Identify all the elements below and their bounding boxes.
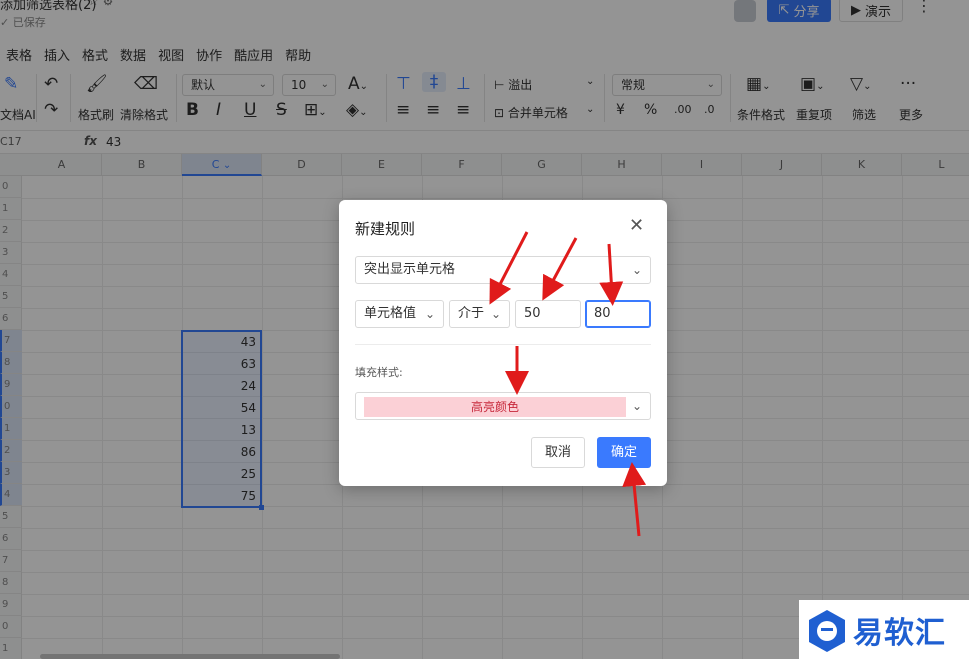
watermark-text: 易软汇 [853, 616, 946, 651]
condition-field-value: 单元格值 [364, 306, 417, 321]
fill-style-preview: 高亮颜色 [364, 397, 626, 417]
operator-value: 介于 [458, 306, 485, 321]
chevron-down-icon: ⌄ [490, 307, 501, 321]
close-icon[interactable]: ✕ [629, 216, 644, 236]
watermark: 易软汇 [799, 600, 969, 659]
operator-select[interactable]: 介于 ⌄ [449, 300, 510, 328]
fill-style-select[interactable]: 高亮颜色 ⌄ [355, 392, 651, 420]
rule-type-select[interactable]: 突出显示单元格 ⌄ [355, 256, 651, 284]
condition-field-select[interactable]: 单元格值 ⌄ [355, 300, 444, 328]
chevron-down-icon: ⌄ [631, 399, 642, 413]
dialog-title: 新建规则 [355, 220, 416, 238]
chevron-down-icon: ⌄ [424, 307, 435, 321]
fill-style-label: 填充样式: [355, 366, 403, 379]
new-rule-dialog: 新建规则 ✕ 突出显示单元格 ⌄ 单元格值 ⌄ 介于 ⌄ 50 80 填充样式: 高亮… [339, 200, 667, 486]
rule-type-value: 突出显示单元格 [364, 262, 456, 277]
min-value-input[interactable]: 50 [515, 300, 581, 328]
max-value-input[interactable]: 80 [585, 300, 651, 328]
dialog-divider [355, 344, 651, 345]
watermark-logo-icon [809, 610, 845, 652]
chevron-down-icon: ⌄ [631, 263, 642, 277]
ok-button[interactable]: 确定 [597, 437, 651, 468]
cancel-button[interactable]: 取消 [531, 437, 585, 468]
